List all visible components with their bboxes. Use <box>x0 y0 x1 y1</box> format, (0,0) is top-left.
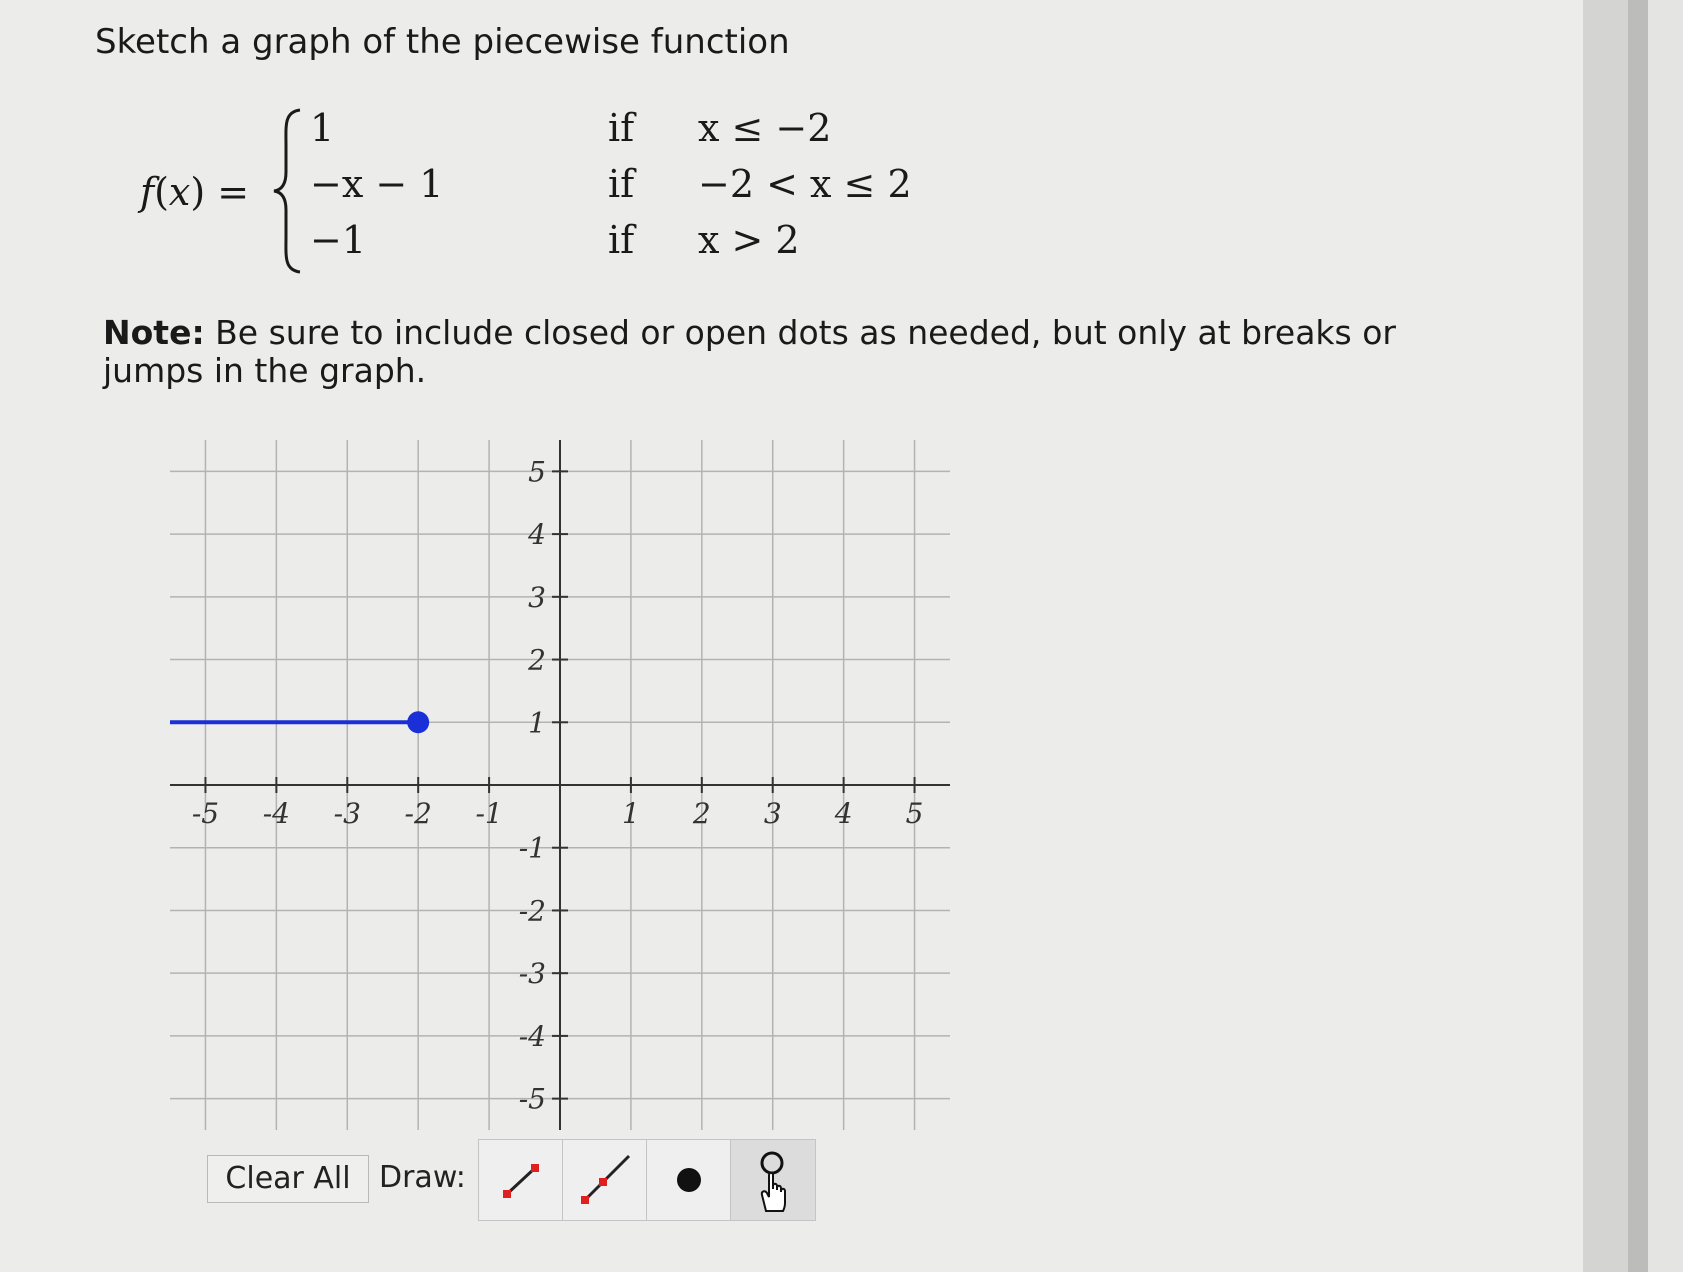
function-name: f <box>140 170 155 214</box>
case-condition: x > 2 <box>698 218 800 262</box>
scroll-gutter <box>1583 0 1628 1272</box>
y-tick-label: -2 <box>519 894 546 927</box>
case-condition: x ≤ −2 <box>698 106 832 150</box>
segment-icon <box>503 1164 539 1198</box>
case-value: −1 <box>310 218 367 262</box>
y-tick-label: 3 <box>528 581 546 614</box>
window-edge <box>1648 0 1683 1272</box>
x-tick-label: -3 <box>334 797 361 830</box>
y-tick-label: -5 <box>519 1083 546 1116</box>
open-dot-tool-button[interactable] <box>730 1139 816 1221</box>
scrollbar-track[interactable] <box>1628 0 1648 1272</box>
note-text: Note: Be sure to include closed or open … <box>103 314 1503 390</box>
axes <box>170 440 950 1130</box>
y-tick-label: 5 <box>528 455 546 488</box>
case-if: if <box>608 162 635 206</box>
closed-dot-icon <box>677 1168 701 1192</box>
x-tick-label: -4 <box>263 797 290 830</box>
y-tick-label: 2 <box>527 644 546 677</box>
y-tick-label: -1 <box>519 832 546 865</box>
graph-canvas[interactable]: -5 -4 -3 -2 -1 1 2 3 4 5 5 4 3 2 1 -1 -2 -3 -4 -5 <box>170 440 950 1130</box>
left-brace <box>273 108 301 274</box>
plotted-graph <box>170 711 430 734</box>
draw-label: Draw: <box>379 1160 466 1195</box>
piecewise-formula: f(x) = 1 if x ≤ −2 −x − 1 if −2 < x ≤ 2 … <box>140 100 912 290</box>
x-tick-label: 4 <box>834 797 853 830</box>
y-tick-label: -3 <box>519 957 546 990</box>
y-tick-label: 4 <box>527 518 546 551</box>
instruction-text: Sketch a graph of the piecewise function <box>95 22 790 62</box>
case-value: −x − 1 <box>310 162 444 206</box>
ray-tool-button[interactable] <box>562 1139 648 1221</box>
x-tick-label: 3 <box>764 797 782 830</box>
y-tick-label: -4 <box>519 1020 546 1053</box>
function-variable: x <box>168 170 191 214</box>
x-tick-label: -2 <box>405 797 432 830</box>
function-lhs: f(x) = <box>140 170 250 214</box>
closed-dot-tool-button[interactable] <box>646 1139 732 1221</box>
clear-all-button[interactable]: Clear All <box>207 1155 369 1203</box>
x-tick-label: 1 <box>622 797 640 830</box>
y-tick-label: 1 <box>528 706 546 739</box>
note-label: Note: <box>103 313 205 352</box>
case-if: if <box>608 106 635 150</box>
segment-tool-button[interactable] <box>478 1139 564 1221</box>
closed-dot <box>407 711 430 734</box>
note-body: Be sure to include closed or open dots a… <box>103 313 1396 390</box>
open-dot-icon <box>760 1151 786 1212</box>
case-condition: −2 < x ≤ 2 <box>698 162 912 206</box>
case-if: if <box>608 218 635 262</box>
x-tick-label: -5 <box>192 797 219 830</box>
x-tick-label: -1 <box>475 797 502 830</box>
hand-cursor-icon <box>760 1171 786 1212</box>
x-tick-label: 5 <box>906 797 924 830</box>
x-tick-label: 2 <box>692 797 711 830</box>
ray-icon <box>581 1154 631 1204</box>
case-value: 1 <box>310 106 335 150</box>
